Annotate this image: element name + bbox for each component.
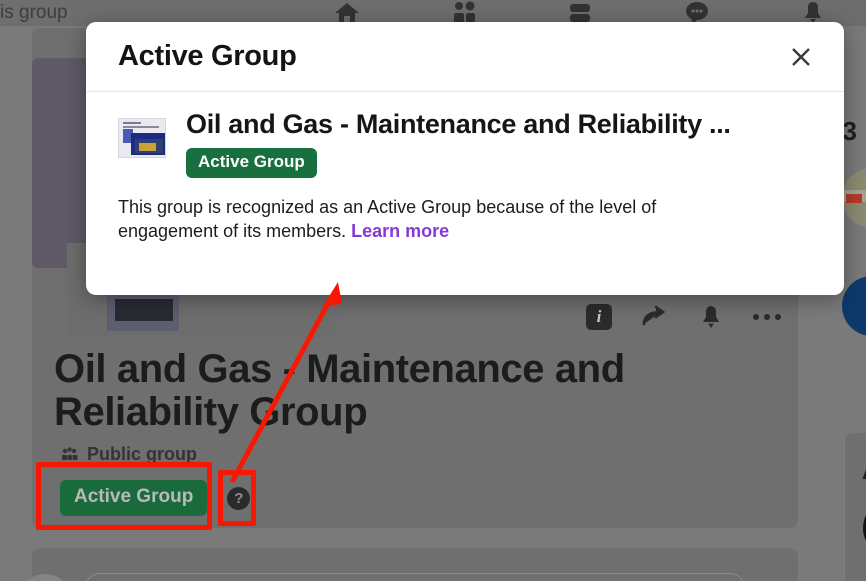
member-avatar[interactable] xyxy=(842,276,866,336)
sidebar-card: Ac xyxy=(844,433,866,581)
group-badge-row: Active Group ? xyxy=(60,480,251,516)
info-button[interactable]: i xyxy=(582,300,616,334)
dialog-group-name: Oil and Gas - Maintenance and Reliabilit… xyxy=(186,109,731,139)
close-icon xyxy=(789,45,813,69)
screenshot-root: is group i Oil and Gas - Maintenance and… xyxy=(0,0,866,581)
ellipsis-icon xyxy=(753,314,781,320)
member-avatar[interactable] xyxy=(842,168,866,228)
group-action-buttons: i xyxy=(582,300,784,334)
topbar-truncated-text: is group xyxy=(0,2,68,23)
dialog-description: This group is recognized as an Active Gr… xyxy=(118,196,758,244)
group-privacy-row: Public group xyxy=(60,444,197,465)
info-icon: i xyxy=(586,304,612,330)
close-button[interactable] xyxy=(782,38,820,76)
dialog-title: Active Group xyxy=(118,40,297,72)
page-title: Oil and Gas - Maintenance and Reliabilit… xyxy=(54,347,625,434)
dialog-status-badge: Active Group xyxy=(186,147,317,178)
sidebar-card-title: Ac xyxy=(862,459,866,485)
notifications-button[interactable] xyxy=(694,300,728,334)
share-button[interactable] xyxy=(638,300,672,334)
help-question-icon[interactable]: ? xyxy=(227,486,251,510)
public-group-icon xyxy=(60,446,79,463)
bell-icon xyxy=(698,304,724,330)
active-group-dialog: Active Group Oil and Gas - Maintenance a… xyxy=(86,22,844,295)
dialog-group-row: Oil and Gas - Maintenance and Reliabilit… xyxy=(118,109,812,178)
dialog-group-info: Oil and Gas - Maintenance and Reliabilit… xyxy=(186,109,731,178)
group-privacy-label: Public group xyxy=(87,444,197,464)
dialog-body: Oil and Gas - Maintenance and Reliabilit… xyxy=(86,92,844,244)
status-badge[interactable]: Active Group xyxy=(60,480,208,516)
more-options-button[interactable] xyxy=(750,300,784,334)
learn-more-link[interactable]: Learn more xyxy=(351,221,449,241)
composer-input[interactable] xyxy=(85,573,745,581)
share-arrow-icon xyxy=(640,305,670,329)
group-thumbnail-icon xyxy=(118,118,166,158)
dialog-header: Active Group xyxy=(86,22,844,92)
